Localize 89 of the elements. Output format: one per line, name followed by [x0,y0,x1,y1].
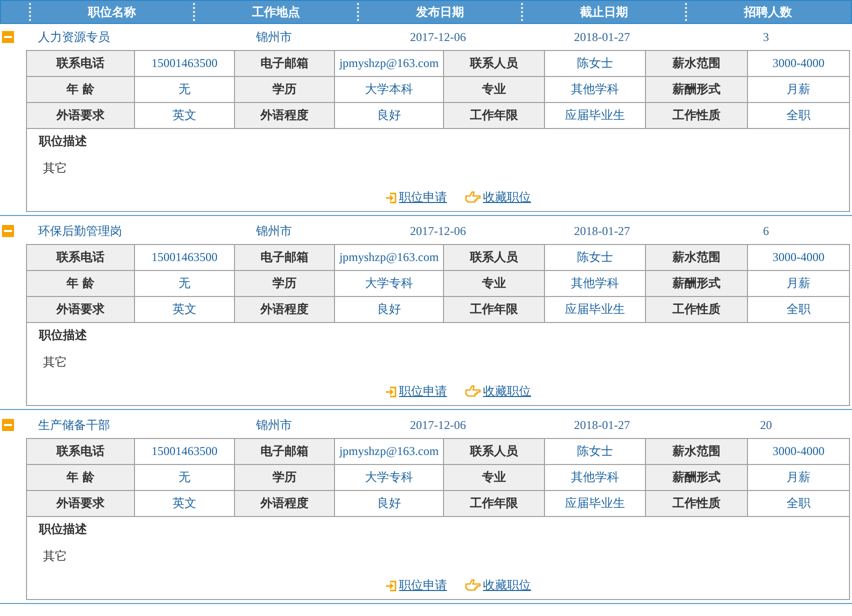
field-label: 薪酬形式 [646,77,748,103]
field-value: 全职 [748,103,849,129]
job-title: 生产储备干部 [37,416,111,434]
posted-date: 2017-12-06 [409,30,467,44]
field-value: 月薪 [748,77,849,103]
collapse-toggle[interactable] [2,225,14,237]
field-label: 外语要求 [27,297,135,323]
field-label: 工作年限 [444,297,545,323]
field-label: 外语程度 [235,103,335,129]
column-header: 截止日期 [521,3,685,21]
login-arrow-icon [385,580,397,592]
column-header: 招聘人数 [685,3,849,21]
field-label: 薪水范围 [646,439,748,465]
field-value: 全职 [748,297,849,323]
save-link[interactable]: 收藏职位 [483,383,531,400]
field-label: 联系电话 [27,245,135,271]
field-label: 联系人员 [444,245,545,271]
description-label: 职位描述 [39,327,87,344]
column-header: 发布日期 [357,3,521,21]
field-value: 3000-4000 [748,245,849,271]
field-value: 全职 [748,491,849,517]
minus-icon [4,230,12,232]
pointing-hand-icon [465,191,481,204]
apply-link[interactable]: 职位申请 [399,577,447,594]
field-value: 3000-4000 [748,51,849,77]
description-text: 其它 [43,160,67,177]
save-link[interactable]: 收藏职位 [483,189,531,206]
field-value: 月薪 [748,465,849,491]
field-value: 3000-4000 [748,439,849,465]
description-label: 职位描述 [39,521,87,538]
field-label: 学历 [235,77,335,103]
collapse-toggle[interactable] [2,31,14,43]
field-label: 联系电话 [27,51,135,77]
collapse-toggle[interactable] [2,419,14,431]
description-text: 其它 [43,354,67,371]
field-label: 专业 [444,271,545,297]
login-arrow-icon [385,192,397,204]
field-label: 工作性质 [646,297,748,323]
field-label: 专业 [444,465,545,491]
field-label: 工作年限 [444,103,545,129]
save-link[interactable]: 收藏职位 [483,577,531,594]
openings-count: 3 [762,30,770,44]
field-value: 月薪 [748,271,849,297]
field-label: 电子邮箱 [235,245,335,271]
field-label: 联系电话 [27,439,135,465]
field-label: 薪水范围 [646,51,748,77]
field-label: 薪水范围 [646,245,748,271]
login-arrow-icon [385,386,397,398]
field-label: 专业 [444,77,545,103]
field-label: 外语要求 [27,103,135,129]
field-label: 外语程度 [235,297,335,323]
job-location: 锦州市 [255,28,293,46]
openings-count: 20 [759,418,773,432]
apply-link[interactable]: 职位申请 [399,189,447,206]
field-label: 工作性质 [646,491,748,517]
pointing-hand-icon [465,579,481,592]
job-title: 人力资源专员 [37,28,111,46]
field-label: 联系人员 [444,51,545,77]
posted-date: 2017-12-06 [409,224,467,238]
field-label: 学历 [235,271,335,297]
pointing-hand-icon [465,385,481,398]
posted-date: 2017-12-06 [409,418,467,432]
field-label: 电子邮箱 [235,439,335,465]
job-title: 环保后勤管理岗 [37,222,123,240]
deadline-date: 2018-01-27 [573,418,631,432]
description-text: 其它 [43,548,67,565]
field-label: 外语程度 [235,491,335,517]
field-label: 工作性质 [646,103,748,129]
field-label: 年 龄 [27,465,135,491]
deadline-date: 2018-01-27 [573,224,631,238]
field-label: 薪酬形式 [646,271,748,297]
column-header: 工作地点 [193,3,357,21]
job-location: 锦州市 [255,222,293,240]
field-label: 年 龄 [27,77,135,103]
job-location: 锦州市 [255,416,293,434]
field-label: 联系人员 [444,439,545,465]
field-label: 工作年限 [444,491,545,517]
minus-icon [4,36,12,38]
deadline-date: 2018-01-27 [573,30,631,44]
field-label: 电子邮箱 [235,51,335,77]
column-header: 职位名称 [29,3,193,21]
field-label: 外语要求 [27,491,135,517]
apply-link[interactable]: 职位申请 [399,383,447,400]
description-label: 职位描述 [39,133,87,150]
minus-icon [4,424,12,426]
field-label: 薪酬形式 [646,465,748,491]
field-label: 年 龄 [27,271,135,297]
field-label: 学历 [235,465,335,491]
openings-count: 6 [762,224,770,238]
